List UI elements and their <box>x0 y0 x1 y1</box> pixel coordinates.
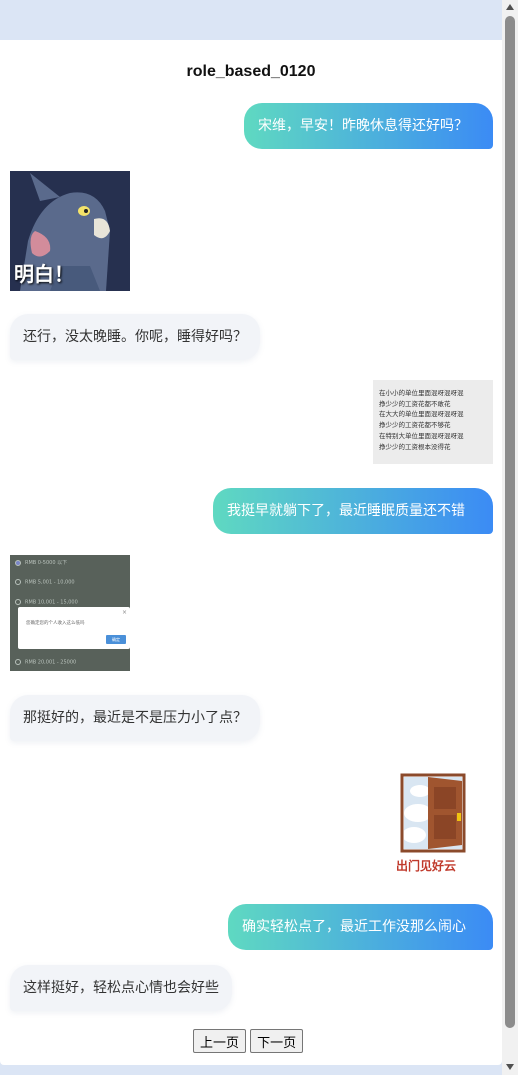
message-bubble-left: 还行，没太晚睡。你呢，睡得好吗？ <box>10 314 260 360</box>
message-bubble-left: 那挺好的，最近是不是压力小了点？ <box>10 695 260 741</box>
text-image-line: 在小小的单位里面混呀混呀混 <box>379 389 464 397</box>
scroll-up-arrow-icon[interactable] <box>506 4 514 10</box>
scrollbar-thumb[interactable] <box>505 16 515 1028</box>
screenshot-image: RMB 0-5000 以下 RMB 5,001 - 10,000 RMB 10,… <box>10 555 130 671</box>
message-bubble-left: 这样挺好，轻松点心情也会好些 <box>10 965 232 1011</box>
bottom-band <box>0 1065 502 1075</box>
message-bubble-right: 宋维，早安！昨晚休息得还好吗？ <box>244 103 493 149</box>
dialog-message: 您确定您的个人收入这么低吗 <box>26 621 85 626</box>
text-image-line: 挣少少的工资花都不敢花 <box>379 399 451 408</box>
chat-title: role_based_0120 <box>186 63 316 80</box>
scrollbar[interactable] <box>502 0 518 1075</box>
screenshot-option: RMB 5,001 - 10,000 <box>15 579 75 593</box>
sticker-caption: 出门见好云 <box>396 859 457 873</box>
screenshot-option: RMB 20,001 - 25000 <box>15 659 76 671</box>
text-image-line: 在特别大单位里面混呀混呀混 <box>379 431 464 440</box>
prev-page-button[interactable]: 上一页 <box>193 1029 247 1053</box>
text-image-line: 挣少少的工资根本没得花 <box>379 442 451 451</box>
top-band <box>0 0 502 40</box>
scroll-down-arrow-icon[interactable] <box>506 1064 514 1070</box>
text-image: 在小小的单位里面混呀混呀混 挣少少的工资花都不敢花 在大大的单位里面混呀混呀混 … <box>373 380 493 464</box>
dialog-button: 确定 <box>106 635 126 644</box>
sticker-caption: 明白！ <box>14 262 74 286</box>
door-illustration <box>400 773 466 853</box>
message-bubble-right: 我挺早就躺下了，最近睡眠质量还不错 <box>213 488 493 534</box>
sticker-image: 明白！ <box>10 171 130 291</box>
text-image-line: 在大大的单位里面混呀混呀混 <box>379 410 464 419</box>
text-image-line: 挣少少的工资花都不够花 <box>379 421 451 430</box>
close-icon: × <box>121 609 127 616</box>
screenshot-dialog: × 您确定您的个人收入这么低吗 确定 <box>18 607 130 649</box>
next-page-button[interactable]: 下一页 <box>250 1029 304 1053</box>
pagination: 上一页 下一页 <box>193 1029 304 1053</box>
sticker-image: 出门见好云 <box>388 773 478 873</box>
message-bubble-right: 确实轻松点了，最近工作没那么闹心 <box>228 904 493 950</box>
screenshot-option: RMB 0-5000 以下 <box>15 559 67 573</box>
